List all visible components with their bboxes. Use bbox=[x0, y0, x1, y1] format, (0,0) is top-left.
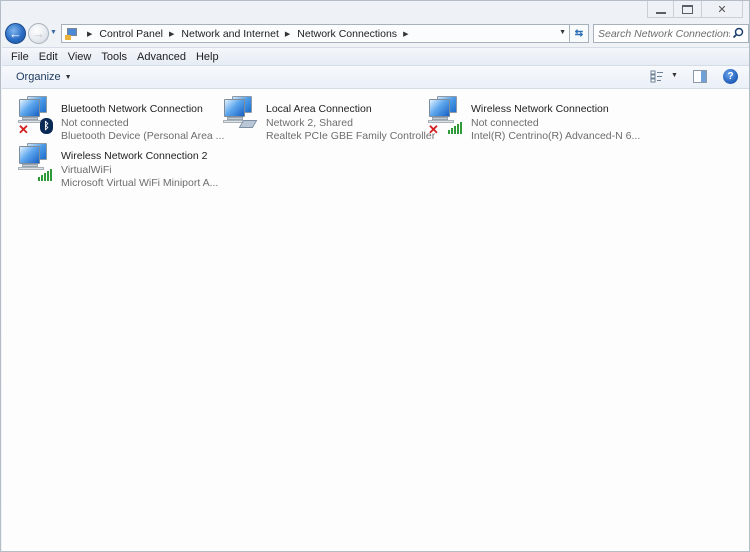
breadcrumb-separator-icon[interactable]: ▶ bbox=[169, 30, 174, 38]
caption-buttons: ✕ bbox=[647, 1, 743, 18]
connection-status: Not connected bbox=[61, 116, 129, 129]
navigation-bar: ← → ▼ ▶ Control Panel ▶ Network and Inter… bbox=[1, 21, 749, 46]
command-bar: Organize ▼ ▼ ? bbox=[2, 66, 749, 89]
refresh-button[interactable]: ⇆ bbox=[570, 24, 589, 43]
preview-pane-button[interactable] bbox=[693, 70, 707, 83]
network-adapter-icon: ✕ ᛒ bbox=[18, 96, 58, 138]
network-adapter-icon: ✕ bbox=[428, 96, 468, 138]
connection-item-bluetooth[interactable]: ✕ ᛒ Bluetooth Network Connection Not con… bbox=[18, 96, 225, 142]
menu-help[interactable]: Help bbox=[191, 51, 224, 63]
menu-bar: File Edit View Tools Advanced Help bbox=[2, 47, 749, 66]
connection-name: Wireless Network Connection 2 bbox=[61, 150, 208, 162]
menu-tools[interactable]: Tools bbox=[96, 51, 132, 63]
help-button[interactable]: ? bbox=[723, 69, 738, 84]
connection-device: Microsoft Virtual WiFi Miniport A... bbox=[61, 177, 219, 189]
menu-view[interactable]: View bbox=[63, 51, 97, 63]
menu-file[interactable]: File bbox=[6, 51, 34, 63]
signal-bars-icon bbox=[38, 168, 54, 181]
connection-item-wireless-2[interactable]: Wireless Network Connection 2 VirtualWiF… bbox=[18, 143, 223, 189]
chevron-down-icon: ▼ bbox=[50, 29, 57, 36]
disconnected-x-icon: ✕ bbox=[18, 122, 29, 137]
connection-device: Realtek PCIe GBE Family Controller bbox=[266, 130, 436, 142]
help-icon: ? bbox=[727, 71, 734, 82]
network-adapter-icon bbox=[18, 143, 58, 185]
connections-list: ✕ ᛒ Bluetooth Network Connection Not con… bbox=[2, 89, 749, 551]
menu-advanced[interactable]: Advanced bbox=[132, 51, 191, 63]
minimize-icon bbox=[655, 11, 666, 14]
connection-item-local-area[interactable]: Local Area Connection Network 2, Shared … bbox=[223, 96, 435, 142]
ethernet-cable-icon bbox=[238, 118, 258, 130]
connection-status: VirtualWiFi bbox=[61, 163, 112, 176]
connection-name: Wireless Network Connection bbox=[471, 103, 609, 115]
back-arrow-icon: ← bbox=[9, 26, 22, 41]
breadcrumb-control-panel[interactable]: Control Panel ▶ bbox=[99, 28, 181, 40]
close-icon: ✕ bbox=[717, 3, 727, 16]
search-icon[interactable] bbox=[732, 27, 744, 39]
breadcrumb-network-and-internet[interactable]: Network and Internet ▶ bbox=[181, 28, 297, 40]
connection-item-wireless[interactable]: ✕ Wireless Network Connection Not connec… bbox=[428, 96, 640, 142]
forward-arrow-icon: → bbox=[32, 26, 45, 41]
close-button[interactable]: ✕ bbox=[701, 1, 743, 18]
title-bar: ✕ bbox=[1, 1, 749, 19]
address-bar[interactable]: ▶ Control Panel ▶ Network and Internet ▶ N… bbox=[61, 24, 570, 43]
connection-device: Intel(R) Centrino(R) Advanced-N 6... bbox=[471, 130, 641, 142]
address-dropdown-button[interactable]: ▼ bbox=[559, 29, 566, 36]
search-input[interactable] bbox=[598, 27, 730, 40]
preview-pane-icon bbox=[701, 71, 706, 82]
breadcrumb-network-connections[interactable]: Network Connections ▶ bbox=[297, 28, 415, 40]
breadcrumb-separator-icon[interactable]: ▶ bbox=[403, 30, 408, 38]
minimize-button[interactable] bbox=[647, 1, 673, 18]
chevron-down-icon: ▼ bbox=[64, 73, 72, 81]
organize-button[interactable]: Organize ▼ bbox=[16, 71, 72, 83]
connection-name: Bluetooth Network Connection bbox=[61, 103, 203, 115]
refresh-icon: ⇆ bbox=[574, 28, 584, 39]
connection-device: Bluetooth Device (Personal Area ... bbox=[61, 130, 225, 142]
forward-button[interactable]: → bbox=[28, 23, 49, 44]
signal-bars-icon bbox=[448, 121, 464, 134]
search-box bbox=[593, 24, 749, 43]
breadcrumb-separator-icon[interactable]: ▶ bbox=[285, 30, 290, 38]
menu-edit[interactable]: Edit bbox=[34, 51, 63, 63]
breadcrumb-separator-icon[interactable]: ▶ bbox=[87, 30, 92, 38]
maximize-icon bbox=[682, 4, 693, 14]
control-panel-icon bbox=[65, 27, 81, 41]
recent-pages-button[interactable]: ▼ bbox=[50, 29, 58, 37]
change-view-icon[interactable] bbox=[650, 70, 664, 83]
connection-status: Network 2, Shared bbox=[266, 116, 353, 129]
connection-status: Not connected bbox=[471, 116, 539, 129]
network-adapter-icon bbox=[223, 96, 263, 138]
disconnected-x-icon: ✕ bbox=[428, 122, 439, 137]
bluetooth-icon: ᛒ bbox=[40, 118, 53, 134]
view-options-dropdown[interactable]: ▼ bbox=[671, 72, 678, 79]
maximize-button[interactable] bbox=[673, 1, 701, 18]
connection-name: Local Area Connection bbox=[266, 103, 372, 115]
explorer-window: ✕ ← → ▼ ▶ Control Panel ▶ Network and Int… bbox=[0, 0, 750, 552]
back-button[interactable]: ← bbox=[5, 23, 26, 44]
